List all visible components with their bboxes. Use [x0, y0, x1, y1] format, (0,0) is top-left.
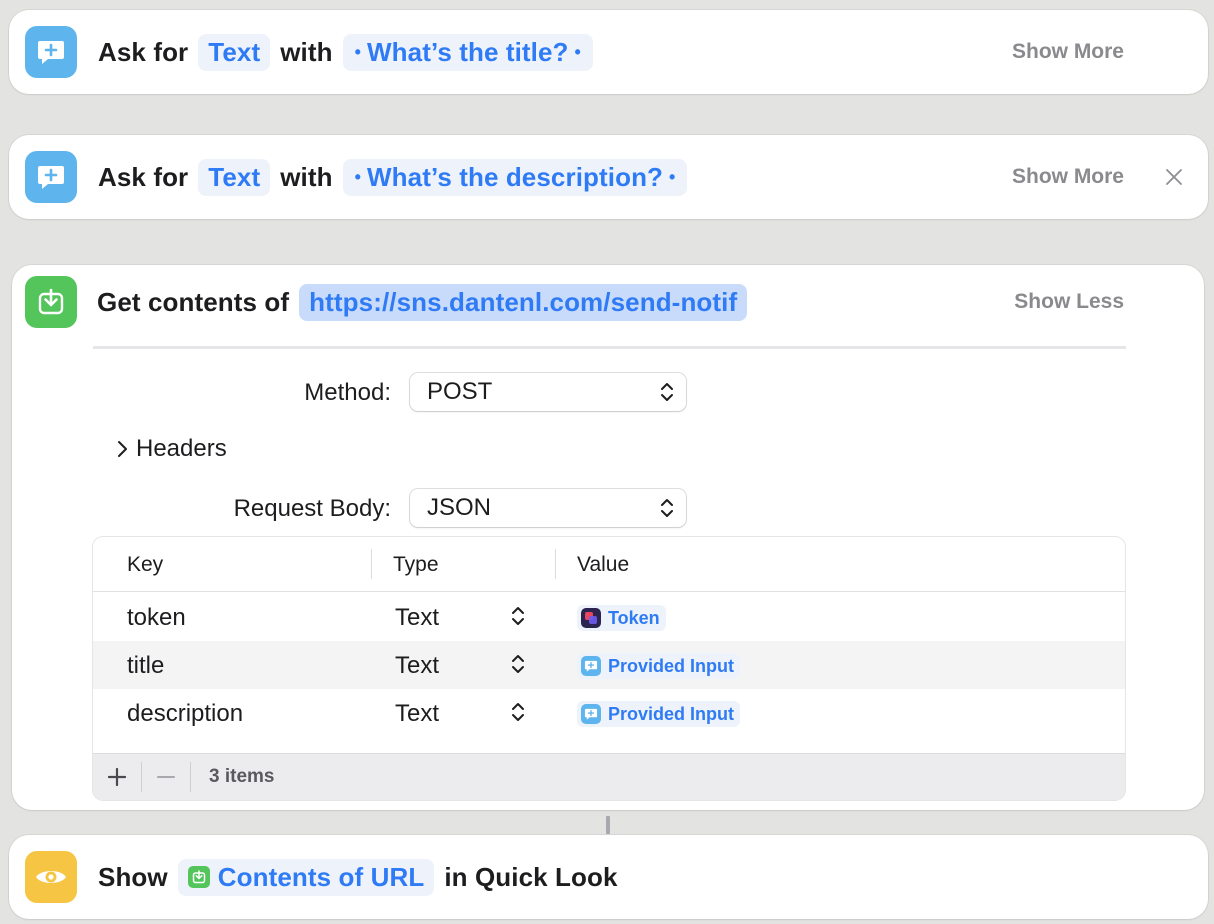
row-type[interactable]: Text	[395, 604, 439, 632]
dot-icon: •	[354, 41, 362, 62]
value-token[interactable]: Token	[577, 605, 666, 631]
suffix-label: in Quick Look	[444, 861, 618, 892]
column-header-value: Value	[577, 553, 630, 576]
action-connector	[606, 816, 610, 834]
chevron-updown-icon	[660, 497, 674, 519]
row-key[interactable]: description	[127, 700, 243, 728]
show-less-button[interactable]: Show Less	[1014, 290, 1124, 314]
contents-of-url-token[interactable]: Contents of URL	[177, 858, 435, 896]
value-text: Provided Input	[608, 703, 734, 724]
action-ask-for-description[interactable]: Ask for Text with • What’s the descriptio…	[9, 135, 1208, 219]
action-verb: Show	[98, 861, 168, 892]
prompt-text: What’s the description?	[367, 161, 664, 192]
show-more-button[interactable]: Show More	[1012, 40, 1124, 64]
value-text: Provided Input	[608, 655, 734, 676]
ask-for-input-icon	[581, 656, 601, 676]
plus-icon	[108, 768, 126, 786]
chevron-updown-icon[interactable]	[511, 701, 525, 730]
value-token[interactable]: Provided Input	[577, 653, 740, 679]
prompt-token[interactable]: • What’s the description? •	[342, 158, 688, 196]
prompt-text: What’s the title?	[367, 36, 569, 67]
request-body-value: JSON	[427, 494, 492, 521]
dot-icon: •	[354, 166, 362, 187]
headers-label: Headers	[136, 435, 227, 462]
download-icon	[25, 276, 77, 328]
column-header-key: Key	[127, 553, 164, 576]
action-ask-for-title[interactable]: Ask for Text with • What’s the title? • Sh…	[9, 10, 1208, 94]
action-show-quick-look[interactable]: Show Contents of URL in Quick Look	[9, 835, 1208, 919]
method-value: POST	[427, 378, 493, 405]
with-label: with	[280, 161, 333, 192]
row-key[interactable]: title	[127, 652, 164, 680]
remove-row-button[interactable]	[142, 754, 190, 800]
value-token[interactable]: Provided Input	[577, 701, 740, 727]
chevron-updown-icon	[660, 381, 674, 403]
item-count: 3 items	[209, 766, 275, 787]
chevron-updown-icon[interactable]	[511, 605, 525, 634]
type-token[interactable]: Text	[198, 158, 271, 196]
table-row[interactable]: token Text Token	[93, 593, 1125, 641]
token-text: Contents of URL	[217, 861, 425, 892]
dot-icon: •	[574, 41, 581, 62]
column-divider	[371, 549, 372, 579]
headers-disclosure[interactable]: Headers	[116, 435, 227, 463]
ask-for-input-icon	[25, 151, 77, 203]
eye-icon	[25, 851, 77, 903]
type-token[interactable]: Text	[198, 33, 271, 71]
action-verb: Ask for	[98, 161, 189, 192]
chevron-updown-icon[interactable]	[511, 653, 525, 682]
value-text: Token	[608, 607, 660, 628]
minus-icon	[157, 776, 175, 778]
url-token[interactable]: https://sns.dantenl.com/send-notif	[299, 283, 748, 321]
row-type[interactable]: Text	[395, 652, 439, 680]
request-body-select[interactable]: JSON	[410, 489, 686, 527]
row-key[interactable]: token	[127, 604, 186, 632]
request-body-table: Key Type Value token Text Token title Te…	[93, 537, 1125, 800]
table-header: Key Type Value	[93, 537, 1125, 592]
action-verb: Get contents of	[97, 286, 290, 317]
column-divider	[555, 549, 556, 579]
show-more-button[interactable]: Show More	[1012, 165, 1124, 189]
request-body-label: Request Body:	[233, 495, 391, 522]
table-row[interactable]: title Text Provided Input	[93, 641, 1125, 689]
action-get-contents-of-url[interactable]: Get contents of https://sns.dantenl.com/…	[12, 265, 1204, 810]
action-verb: Ask for	[98, 36, 189, 67]
section-divider	[93, 346, 1126, 349]
with-label: with	[280, 36, 333, 67]
close-icon[interactable]	[1162, 165, 1186, 189]
table-row[interactable]: description Text Provided Input	[93, 689, 1125, 737]
ask-for-input-icon	[25, 26, 77, 78]
prompt-token[interactable]: • What’s the title? •	[342, 33, 593, 71]
download-icon	[187, 866, 210, 888]
method-select[interactable]: POST	[410, 373, 686, 411]
ask-for-input-icon	[581, 704, 601, 724]
shortcuts-icon	[581, 608, 601, 628]
method-label: Method:	[304, 379, 391, 406]
row-type[interactable]: Text	[395, 700, 439, 728]
column-header-type: Type	[393, 553, 439, 576]
footer-divider	[190, 762, 191, 792]
dot-icon: •	[669, 166, 676, 187]
add-row-button[interactable]	[93, 754, 141, 800]
chevron-right-icon	[118, 441, 127, 457]
table-footer: 3 items	[93, 753, 1125, 800]
